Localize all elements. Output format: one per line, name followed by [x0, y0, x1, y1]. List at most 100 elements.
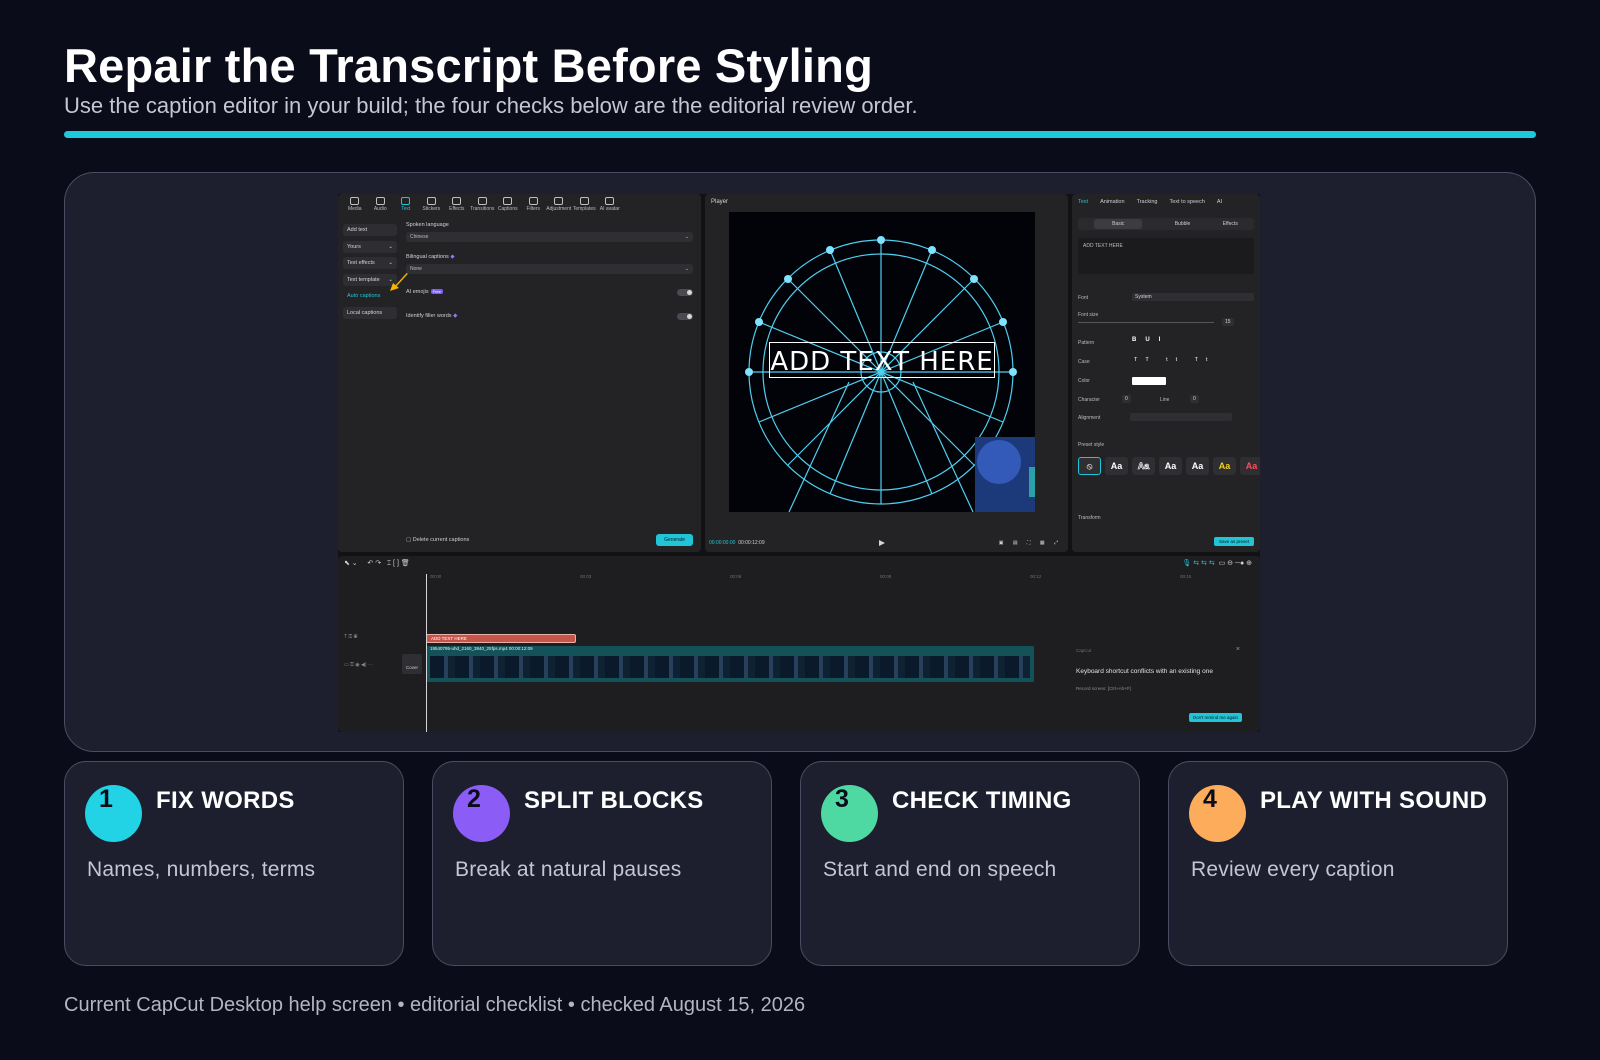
generate-button[interactable]: Generate: [656, 534, 693, 546]
property-tab[interactable]: Text to speech: [1169, 199, 1204, 205]
toolbar-item[interactable]: Stickers: [419, 194, 445, 216]
side-menu-label: Text effects: [347, 260, 375, 266]
font-size-slider[interactable]: [1078, 322, 1214, 323]
step-body: Break at natural pauses: [455, 858, 682, 881]
pattern-buttons[interactable]: BUI: [1132, 337, 1169, 343]
page-subtitle: Use the caption editor in your build; th…: [64, 93, 918, 118]
preset-style-label: Preset style: [1078, 442, 1105, 448]
side-menu-label: Auto captions: [347, 293, 381, 299]
property-subtabs: Basic Bubble Effects: [1078, 218, 1254, 230]
chevron-down-icon: ⌄: [684, 266, 689, 272]
player-title: Player: [711, 199, 729, 205]
toolbar-item[interactable]: Filters: [521, 194, 547, 216]
bilingual-label: Bilingual captions ◆: [406, 254, 455, 260]
spoken-language-select[interactable]: Chinese ⌄: [406, 232, 693, 242]
playhead[interactable]: [426, 574, 427, 732]
caption-overlay[interactable]: ADD TEXT HERE: [769, 342, 995, 378]
toolbar-item[interactable]: AI avatar: [597, 194, 623, 216]
step-body: Names, numbers, terms: [87, 858, 316, 881]
step-title: PLAY WITH SOUND: [1260, 787, 1488, 814]
caption-text-field[interactable]: ADD TEXT HERE: [1078, 238, 1254, 274]
toolbar-item[interactable]: Captions: [495, 194, 521, 216]
play-icon[interactable]: [878, 540, 885, 546]
editor-screenshot: Media Audio Text Stickers Effects Transitions…: [338, 194, 1260, 732]
timeline-panel: ⬉ ⌄ ↶ ↷ ⌶ [ ] 🗑 🎙 ⇆ ⇆ ⇆ ▭ ⊖ ─● ⊕ 00:00 00…: [338, 556, 1260, 732]
select-tool-icon[interactable]: ⬉ ⌄ ↶ ↷ ⌶ [ ] 🗑: [344, 559, 410, 568]
preset-style[interactable]: Aa: [1186, 457, 1209, 475]
filler-words-toggle[interactable]: [677, 312, 693, 320]
tool-label: AI avatar: [599, 206, 620, 212]
font-size-field[interactable]: 15: [1222, 318, 1234, 326]
preset-none[interactable]: ⦸: [1078, 457, 1101, 475]
caption-options: Spoken language Chinese ⌄ Bilingual capti…: [406, 222, 693, 334]
text-track-controls[interactable]: T ⚿ ◉: [344, 634, 358, 640]
title-rule: [64, 131, 1536, 138]
text-clip[interactable]: ADD TEXT HERE: [426, 634, 576, 643]
line-field[interactable]: 0: [1190, 395, 1199, 403]
timeline-options-icon[interactable]: 🎙 ⇆ ⇆ ⇆ ▭ ⊖ ─● ⊕: [1182, 559, 1252, 567]
tool-label: Templates: [572, 206, 596, 212]
toast-subtext: Record screen: [Ctrl+Alt+P]: [1076, 686, 1131, 691]
filler-words-row: Identify filler words ◆: [406, 310, 693, 322]
step-title: SPLIT BLOCKS: [524, 787, 704, 814]
property-tabs: Text Animation Tracking Text to speech AI: [1078, 199, 1222, 205]
delete-captions-checkbox[interactable]: ▢ Delete current captions: [406, 537, 469, 543]
video-preview[interactable]: ADD TEXT HERE: [729, 212, 1035, 512]
player-controls: 00:00:00:00 00:00:12:09 ▣ ▤ ⛶ ▦ ⤢: [709, 540, 1062, 546]
case-buttons[interactable]: TT tt Tt: [1134, 357, 1216, 363]
tool-icon: [452, 197, 462, 205]
preset-style[interactable]: Aa: [1132, 457, 1155, 475]
toolbar-item[interactable]: Text: [393, 194, 419, 216]
dont-remind-button[interactable]: Don't remind me again: [1188, 713, 1242, 722]
preset-style[interactable]: Aa: [1213, 457, 1236, 475]
side-menu-label: Yours: [347, 243, 361, 250]
video-track-controls[interactable]: ▭ ⚿ ◉ ◀) ⋯: [344, 662, 373, 668]
ruler-tick: 00:06: [730, 574, 742, 579]
property-tab[interactable]: Text: [1078, 199, 1088, 205]
cover-button[interactable]: Cover: [402, 654, 422, 674]
alignment-buttons[interactable]: [1130, 413, 1232, 421]
character-field[interactable]: 0: [1122, 395, 1131, 403]
tool-label: Adjustment: [546, 206, 572, 212]
toolbar-item[interactable]: Media: [342, 194, 368, 216]
new-badge: Free: [430, 289, 443, 294]
bilingual-select[interactable]: None ⌄: [406, 264, 693, 274]
tool-icon: [350, 197, 360, 205]
filler-words-label: Identify filler words: [406, 313, 452, 319]
property-subtab[interactable]: Basic: [1094, 219, 1143, 229]
spoken-language-label: Spoken language: [406, 222, 449, 228]
save-preset-button[interactable]: Save as preset: [1213, 537, 1254, 546]
preset-style[interactable]: Aa: [1159, 457, 1182, 475]
tool-label: Filters: [526, 206, 541, 212]
toolbar-item[interactable]: Templates: [572, 194, 598, 216]
property-tab[interactable]: Animation: [1100, 199, 1124, 205]
ruler-tick: 00:03: [580, 574, 592, 579]
video-thumbnails: [430, 656, 1030, 678]
tool-label: Text: [401, 206, 411, 212]
toolbar-item[interactable]: Transitions: [470, 194, 496, 216]
fullscreen-icon[interactable]: ▣ ▤ ⛶ ▦ ⤢: [999, 540, 1062, 546]
video-clip[interactable]: 19540795-uhd_2160_3840_25fps.mp4 00:00:1…: [426, 646, 1034, 682]
side-menu-item[interactable]: Add text: [343, 224, 397, 236]
toolbar-item[interactable]: Adjustment: [546, 194, 572, 216]
tool-label: Effects: [449, 206, 465, 212]
character-label: Character: [1078, 397, 1100, 403]
side-menu-item[interactable]: Local captions: [343, 306, 397, 319]
timeline-toolbar: ⬉ ⌄ ↶ ↷ ⌶ [ ] 🗑 🎙 ⇆ ⇆ ⇆ ▭ ⊖ ─● ⊕: [338, 556, 1260, 570]
color-swatch[interactable]: [1132, 377, 1166, 385]
preset-style[interactable]: Aa: [1240, 457, 1260, 475]
property-subtab[interactable]: Bubble: [1175, 221, 1191, 227]
toolbar-item[interactable]: Effects: [444, 194, 470, 216]
side-menu-item[interactable]: Yours ⌄: [343, 240, 397, 253]
close-icon[interactable]: ×: [1236, 646, 1240, 653]
transform-label[interactable]: Transform: [1078, 515, 1101, 521]
property-tab[interactable]: AI: [1217, 199, 1222, 205]
preset-style[interactable]: Aa: [1105, 457, 1128, 475]
step-title: FIX WORDS: [156, 787, 295, 814]
font-select[interactable]: System: [1132, 293, 1254, 301]
ai-emojis-toggle[interactable]: [677, 288, 693, 296]
property-subtab[interactable]: Effects: [1223, 221, 1238, 227]
toolbar-item[interactable]: Audio: [368, 194, 394, 216]
property-tab[interactable]: Tracking: [1137, 199, 1158, 205]
step-number: 4: [1203, 785, 1217, 813]
